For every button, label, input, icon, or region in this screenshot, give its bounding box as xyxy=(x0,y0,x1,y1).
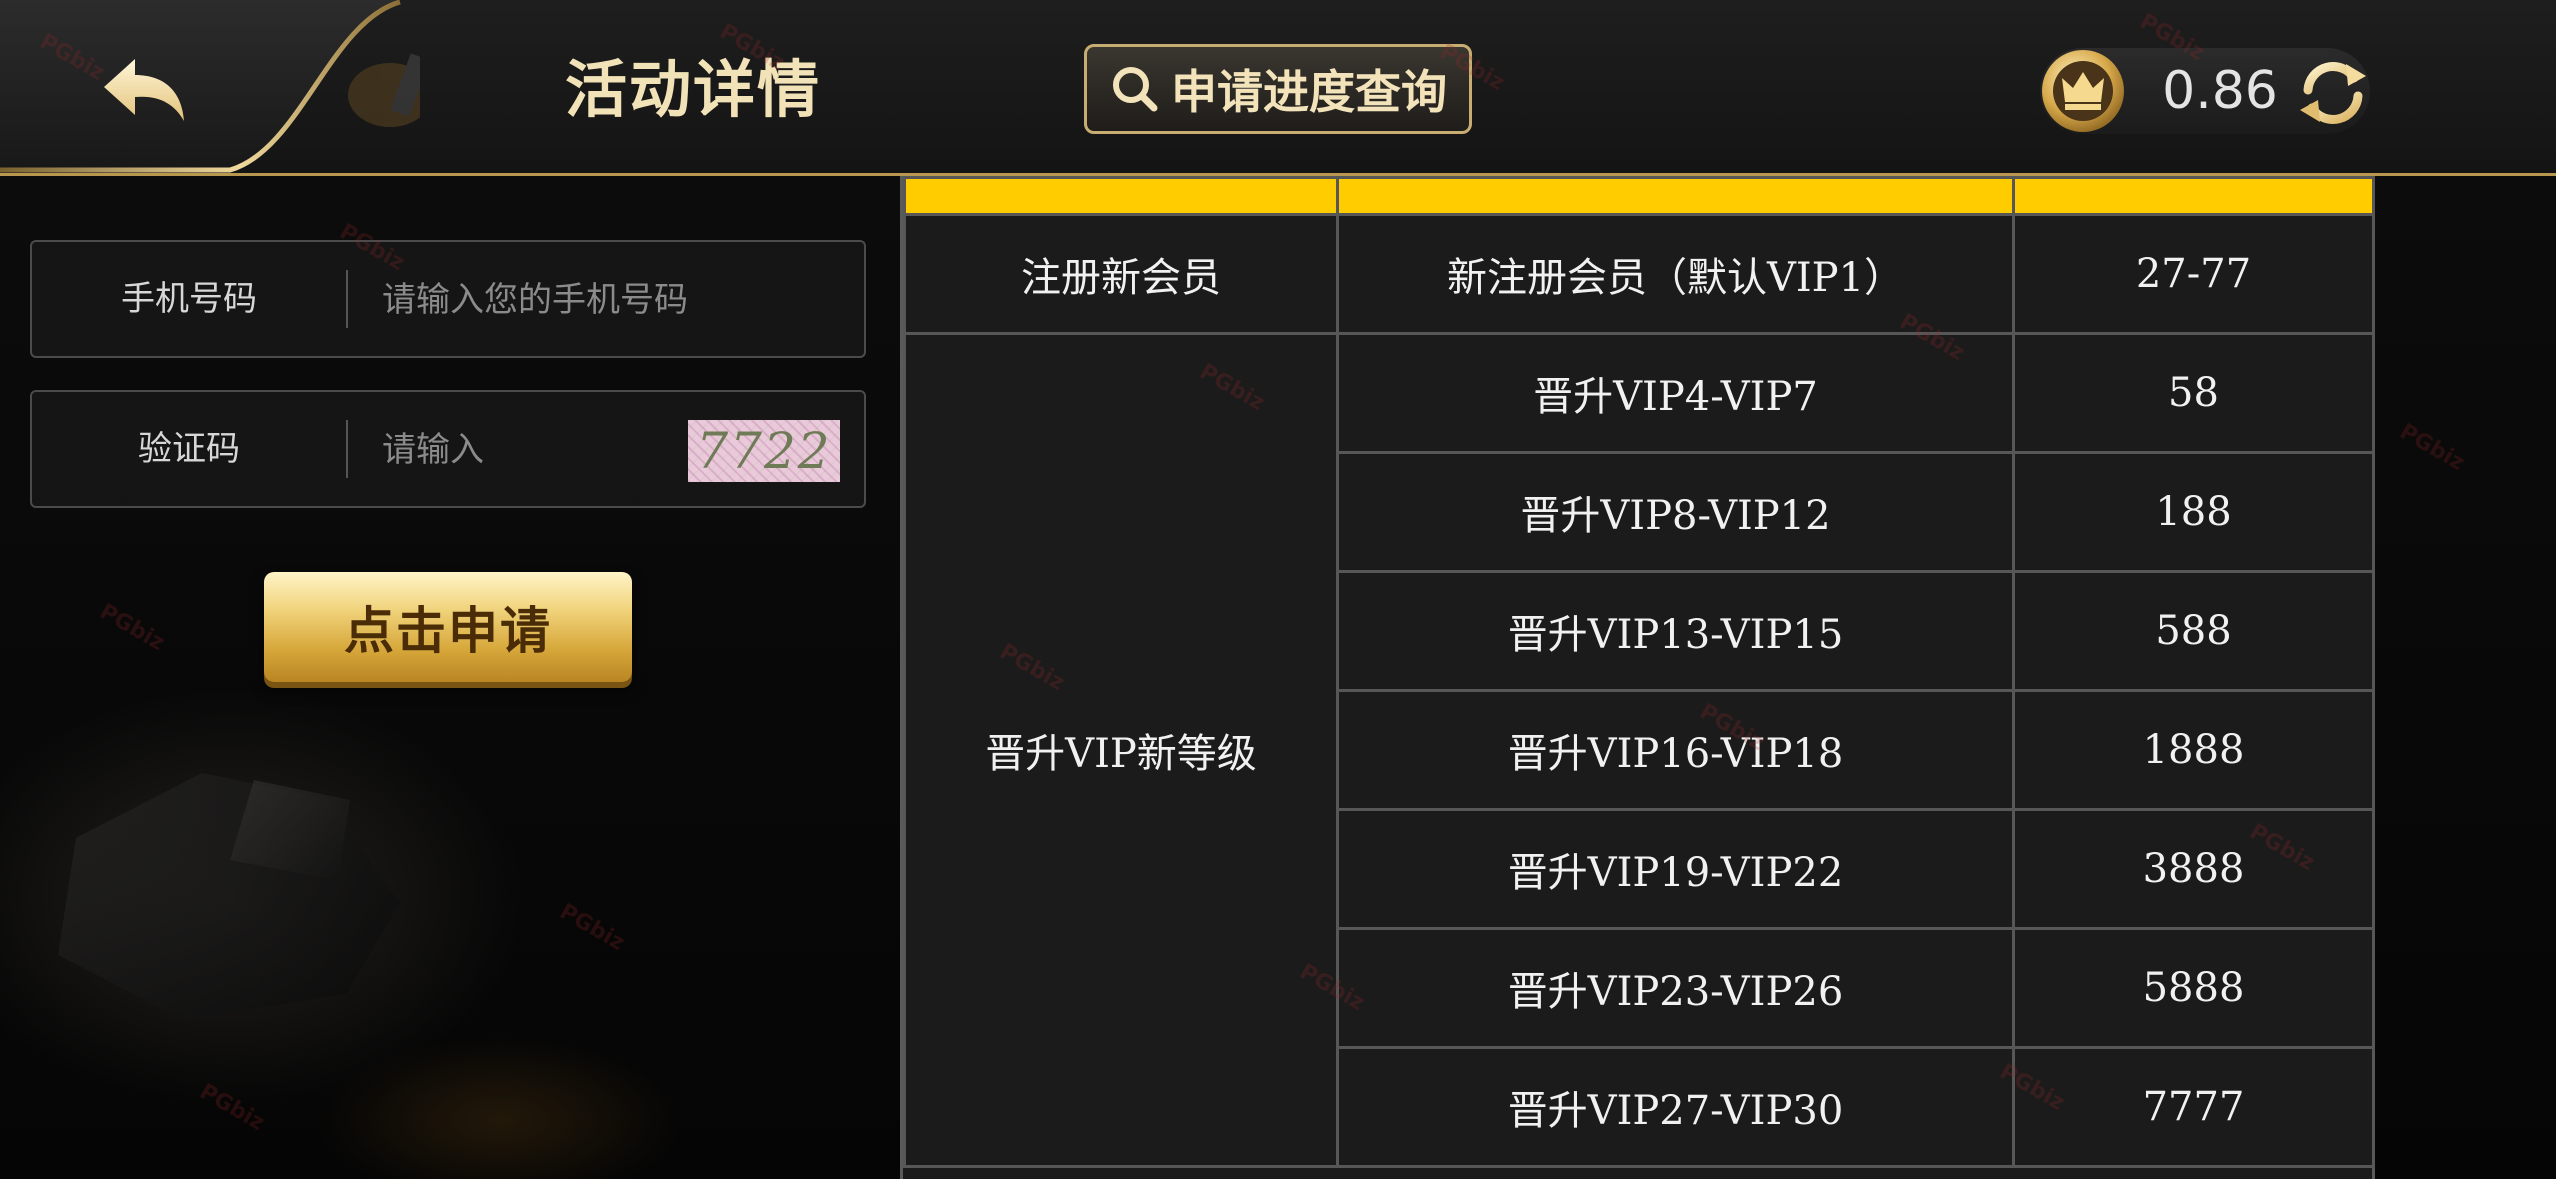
captcha-input[interactable] xyxy=(380,419,664,481)
phone-label: 手机号码 xyxy=(121,279,257,319)
balance-value: 0.86 xyxy=(2162,61,2278,121)
page-title: 活动详情 xyxy=(565,53,822,126)
reward-cell: 1888 xyxy=(2012,689,2375,811)
table-header-cell xyxy=(1336,176,2015,216)
back-arrow-icon[interactable] xyxy=(100,55,190,125)
phone-field-row: 手机号码 xyxy=(30,240,866,358)
refresh-icon[interactable] xyxy=(2294,54,2372,132)
reward-cell: 188 xyxy=(2012,451,2375,573)
reward-cell: 58 xyxy=(2012,332,2375,454)
table-header-cell xyxy=(903,176,1339,216)
phone-input[interactable] xyxy=(380,269,824,331)
captcha-field-row: 验证码 7722 xyxy=(30,390,866,508)
crown-coin-icon xyxy=(2042,50,2124,132)
reward-cell: 27-77 xyxy=(2012,213,2375,335)
table-header-cell xyxy=(2012,176,2375,216)
apply-button[interactable]: 点击申请 xyxy=(264,572,632,682)
table-header-row xyxy=(903,176,2375,216)
condition-cell: 晋升VIP13-VIP15 xyxy=(1336,570,2015,692)
table-row: 注册新会员 新注册会员（默认VIP1） 27-77 xyxy=(903,213,2375,335)
condition-cell: 晋升VIP4-VIP7 xyxy=(1336,332,2015,454)
progress-query-label: 申请进度查询 xyxy=(1171,65,1447,119)
condition-cell: 晋升VIP8-VIP12 xyxy=(1336,451,2015,573)
condition-cell: 晋升VIP23-VIP26 xyxy=(1336,927,2015,1049)
condition-cell: 晋升VIP19-VIP22 xyxy=(1336,808,2015,930)
rewards-table-container: 注册新会员 新注册会员（默认VIP1） 27-77 晋升VIP新等级 晋升VIP… xyxy=(900,176,2375,1179)
field-divider xyxy=(346,420,348,478)
reward-cell: 5888 xyxy=(2012,927,2375,1049)
condition-cell: 晋升VIP27-VIP30 xyxy=(1336,1046,2015,1168)
captcha-image[interactable]: 7722 xyxy=(688,420,840,482)
category-cell: 晋升VIP新等级 xyxy=(903,332,1339,1168)
reward-cell: 588 xyxy=(2012,570,2375,692)
captcha-label: 验证码 xyxy=(138,429,240,469)
table-row: 晋升VIP新等级 晋升VIP4-VIP7 58 xyxy=(903,332,2375,1168)
top-bar: 活动详情 申请进度查询 0.86 xyxy=(0,0,2556,176)
back-panel-decoration xyxy=(0,0,420,173)
condition-cell: 晋升VIP16-VIP18 xyxy=(1336,689,2015,811)
condition-cell: 新注册会员（默认VIP1） xyxy=(1336,213,2015,335)
field-divider xyxy=(346,270,348,328)
category-cell: 注册新会员 xyxy=(903,213,1339,335)
search-icon xyxy=(1113,67,1158,112)
rewards-table: 注册新会员 新注册会员（默认VIP1） 27-77 晋升VIP新等级 晋升VIP… xyxy=(903,176,2375,1168)
reward-cell: 3888 xyxy=(2012,808,2375,930)
progress-query-button[interactable]: 申请进度查询 xyxy=(1084,44,1472,134)
reward-cell: 7777 xyxy=(2012,1046,2375,1168)
